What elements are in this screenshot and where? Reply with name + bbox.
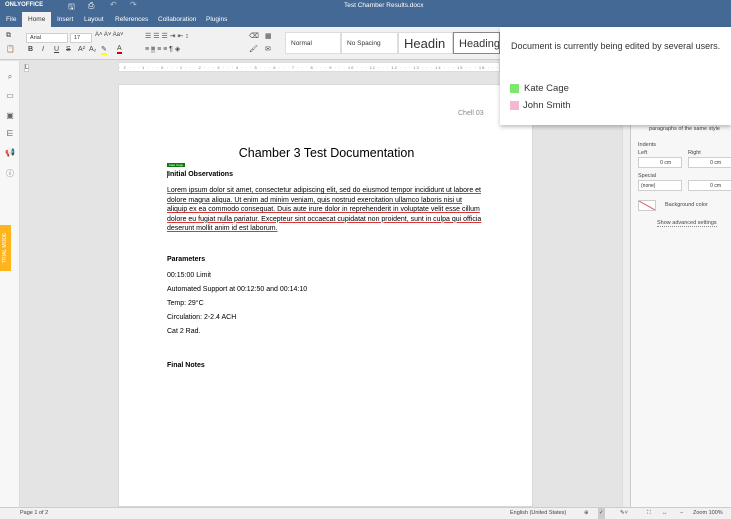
comments-icon[interactable]: ▭ [5, 91, 15, 101]
list-icons[interactable]: ☰ ☰ ☰ ⇥ ⇤ ↕ [145, 32, 189, 40]
user-color-swatch [510, 84, 519, 93]
font-size-controls[interactable]: A˄ A˅ Aa˅ [95, 32, 124, 38]
left-indent-input[interactable]: 0 cm [638, 157, 682, 168]
lorem-paragraph: Lorem ipsum dolor sit amet, consectetur … [167, 187, 482, 233]
fit-width-icon[interactable]: ↔ [662, 508, 668, 519]
highlight-icon[interactable]: ✎ [101, 45, 107, 55]
search-icon[interactable]: ⌕ [5, 72, 15, 82]
user-name: John Smith [523, 100, 571, 111]
italic-button[interactable]: I [42, 46, 44, 53]
redo-icon[interactable]: ↷ [130, 0, 137, 9]
left-sidebar: ⌕ ▭ ▣ ⋿ 📢 ⓘ [0, 61, 20, 507]
tab-collaboration[interactable]: Collaboration [158, 12, 196, 27]
style-heading-1[interactable]: Headin [398, 32, 453, 54]
feedback-icon[interactable]: 📢 [5, 148, 15, 158]
user-color-swatch [510, 101, 519, 110]
heading-final-notes: Final Notes [167, 362, 205, 369]
background-color-label: Background color [665, 202, 708, 208]
mail-merge-icon[interactable]: ✉ [265, 45, 271, 53]
param-line: Temp: 29°C [167, 300, 204, 307]
special-select[interactable]: (none) [638, 180, 682, 191]
font-color-icon[interactable]: A [117, 45, 122, 54]
print-icon[interactable]: ⎙ [88, 1, 94, 11]
coediting-message: Document is currently being edited by se… [511, 41, 721, 51]
title-bar: ONLYOFFICE 🖫 ⎙ ↶ ↷ Test Chamber Results.… [0, 0, 731, 12]
tab-bar: File Home Insert Layout References Colla… [0, 12, 731, 27]
about-icon[interactable]: ⓘ [5, 168, 15, 178]
tab-references[interactable]: References [115, 12, 148, 27]
advanced-settings-link[interactable]: Show advanced settings [657, 220, 717, 227]
paste-icon[interactable]: 📋 [6, 45, 15, 53]
indents-label: Indents [638, 142, 657, 148]
tab-layout[interactable]: Layout [84, 12, 104, 27]
right-indent-input[interactable]: 0 cm [688, 157, 731, 168]
superscript-button[interactable]: A² [78, 46, 85, 53]
right-label: Right [688, 150, 701, 156]
subscript-button[interactable]: A₂ [89, 46, 96, 53]
zoom-out-icon[interactable]: − [680, 508, 683, 519]
param-line: 00:15:00 Limit [167, 272, 211, 279]
fit-page-icon[interactable]: ⛶ [647, 508, 651, 519]
font-size-select[interactable]: 17 [70, 33, 92, 43]
globe-icon[interactable]: ⊕ [584, 508, 589, 519]
app-logo: ONLYOFFICE [5, 2, 44, 8]
page-header: Chell 03 [458, 110, 484, 117]
color-scheme-icon[interactable]: ▦ [265, 32, 272, 40]
tab-file[interactable]: File [6, 12, 16, 27]
document-title: Test Chamber Results.docx [344, 2, 424, 9]
user-name: Kate Cage [524, 83, 569, 94]
style-no-spacing[interactable]: No Spacing [341, 32, 398, 54]
special-label: Special [638, 173, 657, 179]
tab-plugins[interactable]: Plugins [206, 12, 227, 27]
left-label: Left [638, 150, 648, 156]
param-line: Circulation: 2-2.4 ACH [167, 314, 237, 321]
background-color-picker[interactable] [638, 200, 656, 211]
language-select[interactable]: English (United States) [510, 508, 566, 519]
spellcheck-icon[interactable]: ✓ [598, 508, 605, 519]
clear-style-icon[interactable]: ⌫ [249, 32, 259, 40]
bold-button[interactable]: B [28, 46, 33, 53]
document-title-text: Chamber 3 Test Documentation [238, 146, 415, 160]
user-cursor-label: Kate Cage [167, 163, 186, 167]
track-changes-icon[interactable]: ✎˅ [620, 508, 628, 519]
paragraph-settings-panel: paragraphs of the same style Indents Lef… [630, 61, 731, 507]
trial-mode-badge: TRIAL MODE [0, 225, 11, 271]
style-normal[interactable]: Normal [285, 32, 341, 54]
same-style-label: paragraphs of the same style [649, 126, 720, 132]
navigation-icon[interactable]: ▣ [5, 111, 15, 121]
strikethrough-button[interactable]: S [66, 46, 71, 53]
coediting-tooltip: Document is currently being edited by se… [500, 27, 731, 125]
tab-home[interactable]: Home [22, 12, 52, 27]
page-indicator: Page 1 of 2 [20, 510, 49, 516]
font-name-select[interactable]: Arial [26, 33, 68, 43]
underline-button[interactable]: U [54, 46, 59, 53]
zoom-level[interactable]: Zoom 100% [693, 508, 723, 519]
heading-parameters: Parameters [167, 256, 206, 263]
undo-icon[interactable]: ↶ [110, 0, 117, 9]
status-bar: Page 1 of 2 English (United States) ⊕ ✓ … [0, 507, 731, 519]
special-amount-input[interactable]: 0 cm [688, 180, 731, 191]
tab-stop-icon[interactable]: L [24, 64, 30, 72]
tab-insert[interactable]: Insert [57, 12, 73, 27]
align-icons[interactable]: ≡ ≡ ≡ ≡ ¶ ◈ [145, 45, 180, 53]
style-heading-2[interactable]: Heading [453, 32, 500, 54]
param-line: Automated Support at 00:12:50 and 00:14:… [167, 286, 308, 293]
copy-icon[interactable]: ⧉ [6, 32, 11, 40]
param-line: Cat 2 Rad. [167, 328, 201, 335]
heading-initial-observations: Initial Observations [167, 171, 233, 178]
headings-icon[interactable]: ⋿ [5, 129, 15, 139]
copy-style-icon[interactable]: 🖌 [249, 45, 258, 53]
ruler[interactable]: · 2 · · · 1 · · · X · · · 1 · · · 2 · · … [118, 62, 500, 72]
vertical-scrollbar[interactable] [622, 72, 630, 507]
document-page[interactable]: Chell 03 Chamber 3 Test Documentation Ka… [118, 84, 533, 507]
